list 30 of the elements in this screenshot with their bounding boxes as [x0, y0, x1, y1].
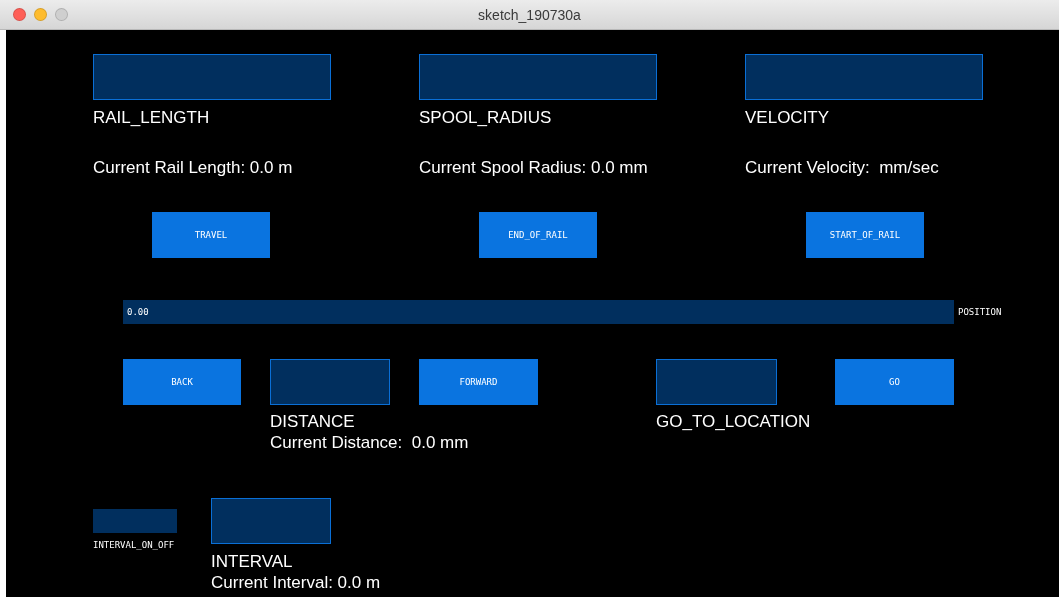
- text-field[interactable]: [93, 54, 331, 100]
- current-value-text: Current Spool Radius: 0.0 mm: [419, 157, 648, 178]
- action-button[interactable]: END_OF_RAIL: [479, 212, 597, 258]
- close-icon[interactable]: [13, 8, 26, 21]
- forward-button[interactable]: FORWARD: [419, 359, 538, 405]
- current-value-text: Current Distance: 0.0 mm: [270, 432, 469, 453]
- go-button[interactable]: GO: [835, 359, 954, 405]
- minimize-icon[interactable]: [34, 8, 47, 21]
- field-label: DISTANCE: [270, 411, 355, 432]
- field-label: SPOOL_RADIUS: [419, 107, 552, 128]
- field-label: RAIL_LENGTH: [93, 107, 210, 128]
- distance-field[interactable]: [270, 359, 390, 405]
- toggle-label: INTERVAL_ON_OFF: [93, 540, 176, 550]
- field-label: GO_TO_LOCATION: [656, 411, 811, 432]
- text-field[interactable]: [419, 54, 657, 100]
- action-button[interactable]: TRAVEL: [152, 212, 270, 258]
- text-field[interactable]: [745, 54, 983, 100]
- field-label: INTERVAL: [211, 551, 293, 572]
- location-field[interactable]: [656, 359, 777, 405]
- interval-field[interactable]: [211, 498, 331, 544]
- slider-label: POSITION: [958, 307, 1002, 317]
- zoom-icon[interactable]: [55, 8, 68, 21]
- current-value-text: Current Interval: 0.0 m: [211, 572, 381, 593]
- current-value-text: Current Velocity: mm/sec: [745, 157, 939, 178]
- current-value-text: Current Rail Length: 0.0 m: [93, 157, 293, 178]
- interval-toggle[interactable]: [93, 509, 177, 533]
- field-label: VELOCITY: [745, 107, 830, 128]
- action-button[interactable]: START_OF_RAIL: [806, 212, 924, 258]
- back-button[interactable]: BACK: [123, 359, 241, 405]
- window-title: sketch_190730a: [478, 6, 581, 23]
